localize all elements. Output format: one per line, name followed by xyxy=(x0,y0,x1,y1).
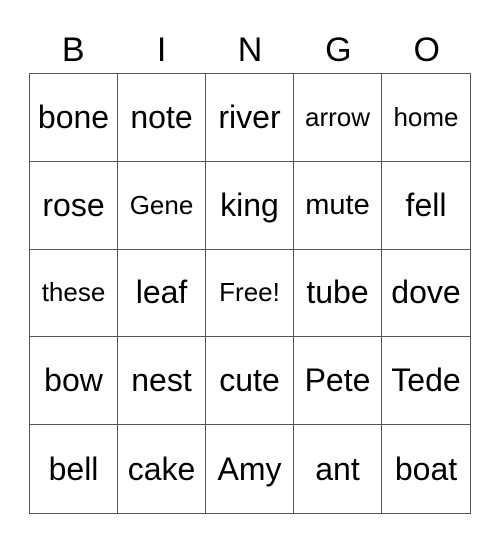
bingo-cell[interactable]: bow xyxy=(30,337,118,426)
bingo-header: B I N G O xyxy=(29,28,471,72)
bingo-cell[interactable]: river xyxy=(206,74,294,162)
header-letter-i: I xyxy=(156,31,167,69)
bingo-cell[interactable]: tube xyxy=(294,249,382,338)
bingo-cell[interactable]: leaf xyxy=(118,249,206,338)
bingo-cell[interactable]: cake xyxy=(118,425,206,513)
header-letter-o: O xyxy=(413,31,440,69)
bingo-cell[interactable]: bone xyxy=(30,74,118,162)
bingo-cell[interactable]: these xyxy=(30,249,118,338)
bingo-cell[interactable]: cute xyxy=(206,337,294,426)
bingo-cell[interactable]: rose xyxy=(30,161,118,250)
bingo-cell[interactable]: mute xyxy=(294,161,382,250)
bingo-cell[interactable]: Amy xyxy=(206,425,294,513)
bingo-cell[interactable]: Gene xyxy=(118,161,206,250)
bingo-cell[interactable]: Tede xyxy=(382,337,470,426)
header-letter-b: B xyxy=(61,31,85,69)
bingo-cell[interactable]: boat xyxy=(382,425,470,513)
bingo-grid: bone note river arrow home rose Gene kin… xyxy=(29,73,471,514)
header-letter-g: G xyxy=(325,31,352,69)
bingo-cell[interactable]: fell xyxy=(382,162,470,250)
bingo-cell[interactable]: nest xyxy=(118,337,206,426)
bingo-cell[interactable]: note xyxy=(118,74,206,162)
bingo-cell[interactable]: dove xyxy=(382,250,470,338)
bingo-cell[interactable]: bell xyxy=(30,425,118,513)
bingo-cell[interactable]: home xyxy=(382,74,470,162)
header-letter-n: N xyxy=(237,31,263,69)
bingo-cell[interactable]: king xyxy=(206,161,294,250)
bingo-cell[interactable]: Pete xyxy=(294,337,382,426)
bingo-cell[interactable]: arrow xyxy=(294,74,382,162)
free-space-cell[interactable]: Free! xyxy=(206,249,294,338)
bingo-cell[interactable]: ant xyxy=(294,425,382,513)
